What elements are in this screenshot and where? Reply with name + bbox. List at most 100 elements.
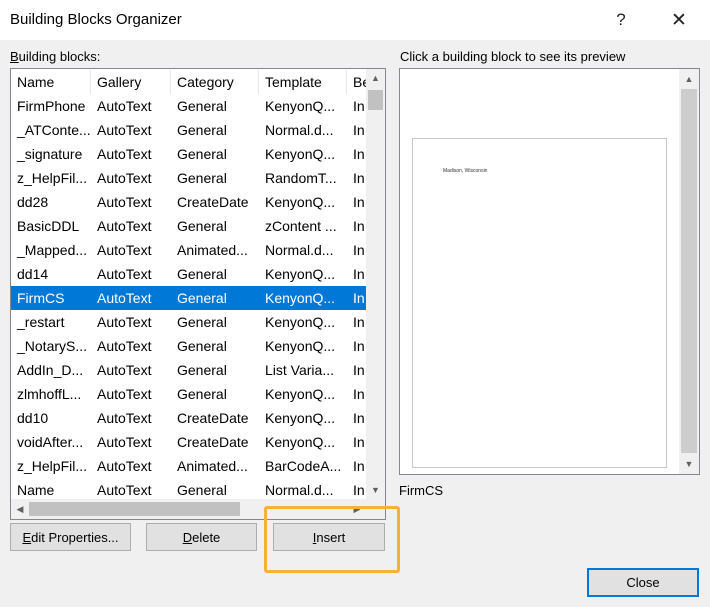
cell-name: _ATConte...	[17, 122, 91, 138]
cell-category: General	[177, 314, 227, 330]
column-header-category[interactable]: Category	[171, 70, 259, 94]
cell-behavior: In	[353, 314, 365, 330]
list-row[interactable]: FirmPhone AutoText General KenyonQ... In	[11, 94, 366, 118]
list-row[interactable]: Name AutoText General Normal.d... In	[11, 478, 366, 499]
cell-template: Normal.d...	[265, 122, 334, 138]
cell-category: CreateDate	[177, 410, 249, 426]
cell-behavior: In	[353, 266, 365, 282]
cell-template: Normal.d...	[265, 242, 334, 258]
cell-name: voidAfter...	[17, 434, 84, 450]
column-header-behavior[interactable]: Be	[347, 70, 366, 94]
cell-gallery: AutoText	[97, 458, 152, 474]
cell-gallery: AutoText	[97, 338, 152, 354]
cell-category: General	[177, 98, 227, 114]
column-header-gallery[interactable]: Gallery	[91, 70, 171, 94]
building-blocks-label: Building blocks:	[10, 49, 101, 64]
cell-category: General	[177, 218, 227, 234]
cell-template: KenyonQ...	[265, 410, 336, 426]
list-row[interactable]: AddIn_D... AutoText General List Varia... In	[11, 358, 366, 382]
cell-name: FirmCS	[17, 290, 65, 306]
cell-name: z_HelpFil...	[17, 458, 88, 474]
list-row[interactable]: z_HelpFil... AutoText General RandomT... In	[11, 166, 366, 190]
list-row[interactable]: dd10 AutoText CreateDate KenyonQ... In	[11, 406, 366, 430]
cell-behavior: In	[353, 410, 365, 426]
cell-behavior: In	[353, 98, 365, 114]
list-row[interactable]: _Mapped... AutoText Animated... Normal.d...…	[11, 238, 366, 262]
cell-name: _Mapped...	[17, 242, 88, 258]
cell-name: BasicDDL	[17, 218, 80, 234]
list-row[interactable]: _signature AutoText General KenyonQ... In	[11, 142, 366, 166]
cell-name: dd14	[17, 266, 49, 282]
cell-template: KenyonQ...	[265, 194, 336, 210]
delete-button[interactable]: Delete	[146, 523, 257, 551]
close-icon[interactable]: ✕	[656, 0, 702, 40]
cell-category: General	[177, 482, 227, 498]
cell-behavior: In	[353, 146, 365, 162]
window-title: Building Blocks Organizer	[10, 11, 182, 28]
cell-name: Name	[17, 482, 55, 498]
list-horizontal-thumb[interactable]	[29, 502, 240, 516]
list-row[interactable]: _NotaryS... AutoText General KenyonQ... In	[11, 334, 366, 358]
cell-category: Animated...	[177, 242, 248, 258]
cell-category: Animated...	[177, 458, 248, 474]
cell-name: z_HelpFil...	[17, 170, 88, 186]
building-blocks-list[interactable]: Name Gallery Category Template Be FirmPh…	[10, 68, 386, 520]
cell-behavior: In	[353, 170, 365, 186]
list-row[interactable]: z_HelpFil... AutoText Animated... BarCodeA.…	[11, 454, 366, 478]
list-row[interactable]: _ATConte... AutoText General Normal.d... In	[11, 118, 366, 142]
cell-gallery: AutoText	[97, 122, 152, 138]
preview-caption: FirmCS	[399, 483, 444, 498]
list-row[interactable]: voidAfter... AutoText CreateDate KenyonQ...…	[11, 430, 366, 454]
cell-template: RandomT...	[265, 170, 337, 186]
cell-behavior: In	[353, 194, 365, 210]
cell-behavior: In	[353, 482, 365, 498]
cell-gallery: AutoText	[97, 98, 152, 114]
cell-gallery: AutoText	[97, 146, 152, 162]
scroll-left-icon[interactable]: ◀	[11, 499, 29, 519]
cell-behavior: In	[353, 434, 365, 450]
cell-gallery: AutoText	[97, 242, 152, 258]
edit-properties-button[interactable]: Edit Properties...	[10, 523, 131, 551]
cell-template: List Varia...	[265, 362, 334, 378]
preview-scroll-thumb[interactable]	[681, 89, 697, 453]
close-button[interactable]: Close	[587, 568, 699, 597]
preview-scroll-up-icon[interactable]: ▲	[679, 69, 699, 89]
cell-gallery: AutoText	[97, 386, 152, 402]
column-header-name[interactable]: Name	[11, 70, 91, 94]
cell-name: dd28	[17, 194, 49, 210]
list-row[interactable]: dd28 AutoText CreateDate KenyonQ... In	[11, 190, 366, 214]
list-vertical-scrollbar[interactable]: ▲ ▼	[366, 69, 385, 499]
help-icon[interactable]: ?	[598, 0, 644, 40]
preview-pane: Madison, Wisconsin ▲ ▼	[399, 68, 700, 475]
list-vertical-thumb[interactable]	[368, 90, 383, 110]
cell-template: KenyonQ...	[265, 434, 336, 450]
preview-page: Madison, Wisconsin	[412, 138, 667, 468]
list-row[interactable]: dd14 AutoText General KenyonQ... In	[11, 262, 366, 286]
cell-category: CreateDate	[177, 434, 249, 450]
cell-name: AddIn_D...	[17, 362, 84, 378]
cell-template: KenyonQ...	[265, 266, 336, 282]
preview-scroll-down-icon[interactable]: ▼	[679, 454, 699, 474]
cell-template: KenyonQ...	[265, 314, 336, 330]
cell-gallery: AutoText	[97, 194, 152, 210]
list-row[interactable]: zlmhoffL... AutoText General KenyonQ... In	[11, 382, 366, 406]
cell-gallery: AutoText	[97, 482, 152, 498]
cell-category: CreateDate	[177, 194, 249, 210]
cell-template: KenyonQ...	[265, 98, 336, 114]
preview-scrollbar[interactable]: ▲ ▼	[679, 69, 699, 474]
list-row[interactable]: BasicDDL AutoText General zContent ... In	[11, 214, 366, 238]
cell-category: General	[177, 386, 227, 402]
preview-text: Madison, Wisconsin	[443, 168, 488, 174]
cell-behavior: In	[353, 242, 365, 258]
preview-label: Click a building block to see its previe…	[400, 49, 626, 64]
scroll-down-icon[interactable]: ▼	[366, 481, 385, 499]
column-header-template[interactable]: Template	[259, 70, 347, 94]
list-row[interactable]: FirmCS AutoText General KenyonQ... In	[11, 286, 366, 310]
scroll-up-icon[interactable]: ▲	[366, 69, 385, 87]
cell-template: Normal.d...	[265, 482, 334, 498]
cell-gallery: AutoText	[97, 410, 152, 426]
list-row[interactable]: _restart AutoText General KenyonQ... In	[11, 310, 366, 334]
cell-category: General	[177, 338, 227, 354]
cell-behavior: In	[353, 338, 365, 354]
cell-template: BarCodeA...	[265, 458, 342, 474]
